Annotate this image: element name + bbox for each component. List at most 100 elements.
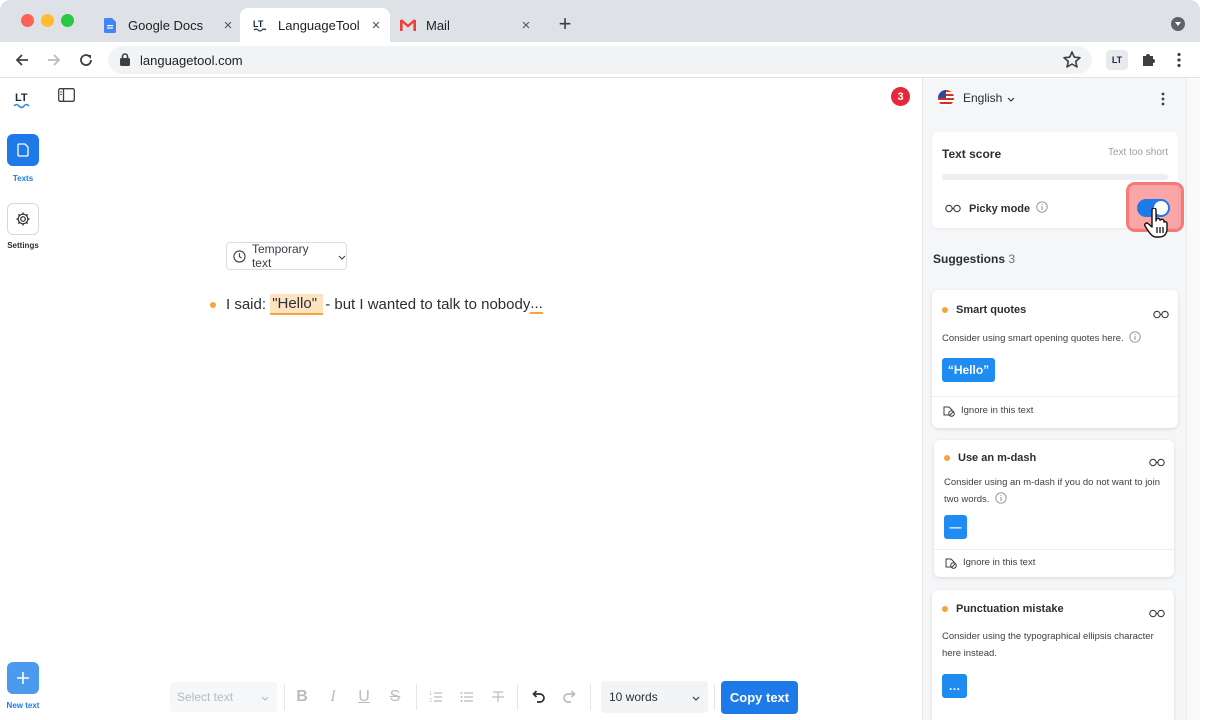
languagetool-extension-icon[interactable]: LT	[1106, 50, 1128, 70]
close-tab-icon[interactable]: ×	[518, 17, 534, 34]
svg-text:1: 1	[429, 691, 432, 697]
highlighted-issue[interactable]: "Hello"	[270, 294, 324, 315]
back-icon[interactable]	[11, 49, 33, 71]
reload-icon[interactable]	[75, 49, 97, 71]
hand-pointer-cursor-icon	[1144, 207, 1168, 243]
select-text-placeholder: Select text	[177, 690, 234, 704]
tab-languagetool[interactable]: LT LanguageTool ×	[240, 8, 390, 42]
languagetool-app: LT Texts Settings New text 3 Temporary t…	[0, 78, 1200, 720]
browser-menu-icon[interactable]	[1170, 51, 1188, 74]
suggestions-count: 3	[1008, 252, 1016, 266]
issue-marker	[944, 455, 950, 461]
numbered-list-icon[interactable]: 12	[426, 687, 446, 707]
browser-toolbar: languagetool.com LT	[0, 42, 1200, 78]
issue-count-badge[interactable]: 3	[891, 87, 910, 106]
glasses-icon	[1149, 454, 1165, 472]
close-tab-icon[interactable]: ×	[368, 17, 384, 34]
underline-icon[interactable]: U	[354, 687, 374, 707]
suggestion-card-punctuation[interactable]: Punctuation mistake Consider using the t…	[932, 590, 1174, 720]
minimize-window-button[interactable]	[41, 14, 54, 27]
suggestions-heading: Suggestions 3	[933, 252, 1015, 266]
suggestions-label: Suggestions	[933, 252, 1006, 266]
word-count-dropdown[interactable]: 10 words	[601, 681, 708, 713]
picky-mode-row: Picky mode	[945, 201, 1048, 216]
replacement-button[interactable]: …	[942, 674, 967, 698]
languagetool-logo[interactable]: LT	[12, 88, 34, 110]
tab-strip: Google Docs × LT LanguageTool × Mail × +	[0, 0, 1200, 42]
settings-nav-label: Settings	[7, 241, 39, 250]
suggestion-title: Punctuation mistake	[956, 603, 1064, 615]
text-segment: I said:	[226, 296, 271, 313]
address-bar[interactable]: languagetool.com	[108, 46, 1092, 74]
italic-icon[interactable]: I	[323, 687, 343, 707]
tab-title: LanguageTool	[278, 17, 360, 33]
redo-icon[interactable]	[559, 687, 579, 707]
ignore-in-text-button[interactable]: Ignore in this text	[942, 404, 1033, 417]
toolbar-divider	[714, 684, 715, 710]
picky-mode-label: Picky mode	[969, 202, 1031, 215]
url-text: languagetool.com	[140, 53, 243, 68]
panel-menu-icon[interactable]	[1161, 92, 1165, 111]
copy-text-button[interactable]: Copy text	[721, 681, 798, 714]
new-text-label: New text	[6, 701, 40, 710]
tab-search-icon[interactable]	[1171, 17, 1185, 31]
temporary-text-label: Temporary text	[251, 242, 309, 270]
underlined-issue[interactable]: ...	[530, 295, 543, 314]
tab-title: Mail	[426, 17, 450, 33]
replacement-button[interactable]: “Hello”	[942, 358, 995, 382]
new-text-button[interactable]	[7, 662, 39, 694]
suggestion-card-m-dash[interactable]: Use an m-dash Consider using an m-dash i…	[934, 440, 1174, 577]
document-text[interactable]: I said: "Hello" - but I wanted to talk t…	[210, 294, 543, 315]
close-tab-icon[interactable]: ×	[220, 17, 236, 34]
tab-title: Google Docs	[128, 17, 204, 33]
lock-icon	[120, 53, 130, 71]
glasses-icon	[945, 204, 961, 213]
sidebar-toggle-icon[interactable]	[58, 88, 75, 107]
page-scrollbar[interactable]	[1186, 78, 1200, 720]
chevron-down-icon	[692, 690, 700, 704]
bookmark-star-icon[interactable]	[1062, 50, 1082, 75]
language-selector[interactable]: English	[938, 90, 1015, 106]
ignore-in-text-button[interactable]: Ignore in this text	[944, 556, 1035, 569]
close-window-button[interactable]	[21, 14, 34, 27]
text-style-select[interactable]: Select text	[170, 682, 277, 712]
plus-icon	[17, 672, 29, 684]
undo-icon[interactable]	[528, 687, 548, 707]
bullet-list-icon[interactable]	[457, 687, 477, 707]
language-label: English	[963, 91, 1003, 105]
word-count: 10 words	[609, 690, 658, 704]
ignore-icon	[945, 558, 957, 569]
replacement-button[interactable]: —	[944, 515, 967, 539]
glasses-icon	[1149, 605, 1165, 623]
clock-icon	[233, 249, 246, 263]
text-segment: - but I wanted to talk to nobody	[325, 296, 531, 313]
settings-nav-button[interactable]	[7, 203, 39, 235]
strikethrough-icon[interactable]: S	[385, 687, 405, 707]
new-tab-button[interactable]: +	[555, 13, 575, 35]
texts-nav-button[interactable]	[7, 134, 39, 166]
suggestion-card-smart-quotes[interactable]: Smart quotes Consider using smart openin…	[932, 290, 1178, 428]
info-icon[interactable]	[1036, 201, 1048, 216]
google-docs-icon	[102, 17, 118, 33]
toolbar-divider	[517, 684, 518, 710]
text-score-note: Text too short	[1107, 147, 1168, 158]
temporary-text-dropdown[interactable]: Temporary text	[226, 242, 347, 270]
forward-icon[interactable]	[43, 49, 65, 71]
extensions-puzzle-icon[interactable]	[1140, 50, 1158, 73]
us-flag-icon	[938, 90, 954, 106]
ignore-icon	[943, 406, 955, 417]
suggestion-description: Consider using an m-dash if you do not w…	[944, 477, 1160, 505]
svg-text:LT: LT	[253, 19, 264, 29]
formatting-toolbar: Select text B I U S 12 10 words Copy tex…	[170, 678, 810, 716]
chevron-down-icon	[261, 690, 269, 704]
clear-formatting-icon[interactable]	[488, 687, 508, 707]
card-divider	[934, 549, 1174, 550]
tab-mail[interactable]: Mail ×	[390, 8, 540, 42]
maximize-window-button[interactable]	[61, 14, 74, 27]
toolbar-divider	[590, 684, 591, 710]
tab-google-docs[interactable]: Google Docs ×	[92, 8, 240, 42]
bold-icon[interactable]: B	[292, 687, 312, 707]
issue-marker	[942, 606, 948, 612]
card-divider	[932, 396, 1178, 397]
gmail-icon	[400, 17, 416, 33]
